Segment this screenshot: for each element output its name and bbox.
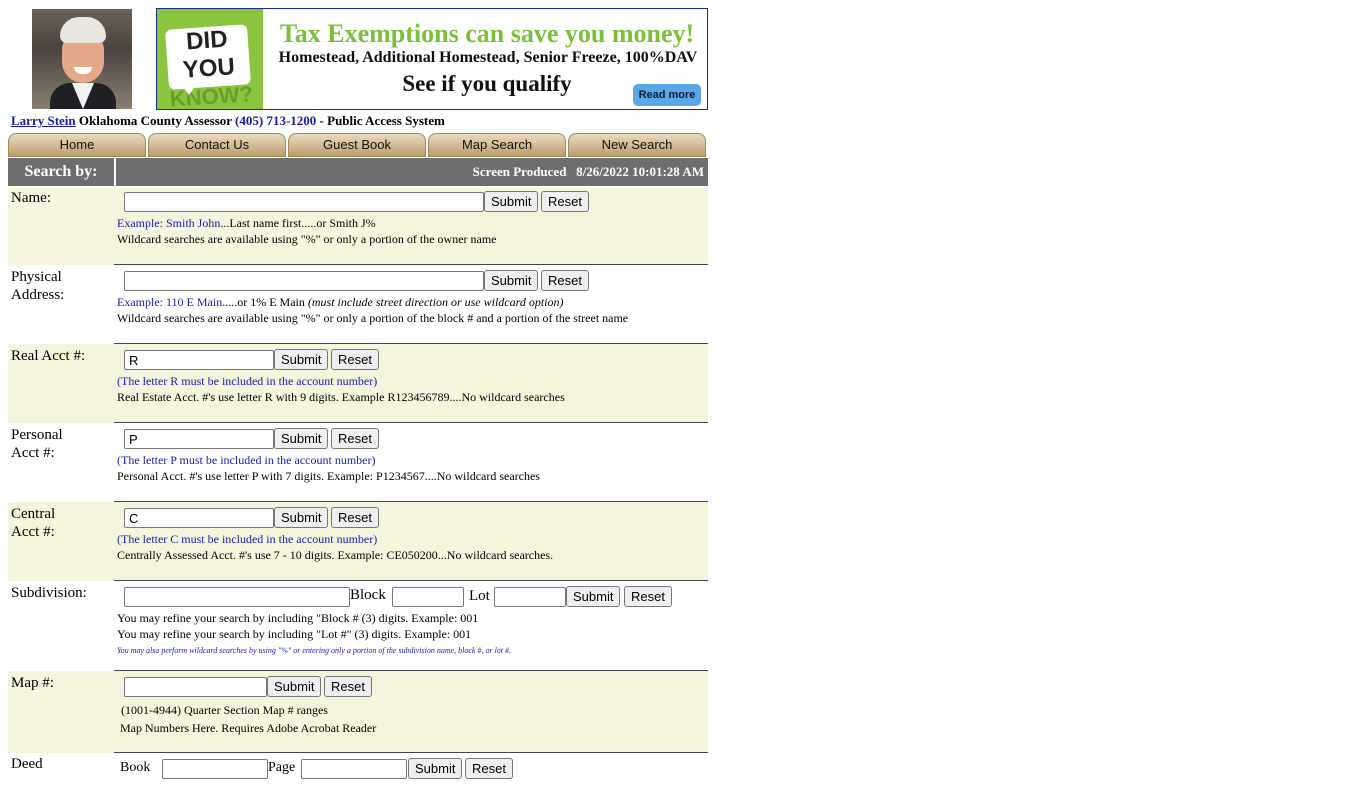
address-label-2: Address: bbox=[11, 287, 65, 303]
real-format-note: Real Estate Acct. #'s use letter R with … bbox=[117, 390, 565, 404]
subdivision-submit-button[interactable]: Submit bbox=[566, 586, 621, 607]
assessor-info-line: Larry Stein Oklahoma County Assessor (40… bbox=[11, 113, 445, 129]
did-you-know-text-1: DID YOU bbox=[181, 25, 236, 84]
book-label: Book bbox=[120, 760, 151, 775]
central-label-1: Central bbox=[11, 506, 56, 522]
address-example-blue: Example: 110 E Main bbox=[117, 295, 223, 309]
map-submit-button[interactable]: Submit bbox=[267, 676, 322, 697]
subdivision-reset-button[interactable]: Reset bbox=[624, 586, 672, 607]
subdivision-row: Subdivision: Block Lot Submit Reset You … bbox=[8, 581, 708, 671]
map-row: Map #: Submit Reset (1001-4944) Quarter … bbox=[8, 671, 708, 753]
lot-label: Lot bbox=[469, 588, 490, 604]
page-input[interactable] bbox=[301, 759, 407, 779]
phone-number: (405) 713-1200 bbox=[235, 113, 317, 128]
central-acct-row: Central Acct #: Submit Reset (The letter … bbox=[8, 502, 708, 581]
nav-map-search[interactable]: Map Search bbox=[428, 133, 566, 157]
central-submit-button[interactable]: Submit bbox=[274, 507, 329, 528]
map-reset-button[interactable]: Reset bbox=[324, 676, 372, 697]
name-submit-button[interactable]: Submit bbox=[484, 191, 539, 212]
address-example-italic: (must include street direction or use wi… bbox=[307, 295, 564, 309]
nav-new-search[interactable]: New Search bbox=[568, 133, 706, 157]
block-label: Block bbox=[350, 587, 386, 603]
office-text: Oklahoma County Assessor bbox=[75, 113, 236, 128]
central-label-2: Acct #: bbox=[11, 524, 55, 540]
map-numbers-link[interactable]: Map Numbers Here. Requires Adobe Acrobat… bbox=[120, 720, 376, 736]
personal-acct-label: Personal Acct #: bbox=[8, 423, 114, 502]
banner-headline: Tax Exemptions can save you money! bbox=[279, 19, 695, 48]
address-submit-button[interactable]: Submit bbox=[484, 270, 539, 291]
subdivision-block-note: You may refine your search by including … bbox=[117, 611, 479, 625]
read-more-button[interactable]: Read more bbox=[633, 84, 701, 106]
address-label: Physical Address: bbox=[8, 265, 114, 344]
deed-submit-button[interactable]: Submit bbox=[408, 758, 463, 779]
deed-label: Deed bbox=[8, 754, 114, 794]
name-example-blue: Example: Smith John bbox=[117, 216, 221, 230]
central-acct-label: Central Acct #: bbox=[8, 502, 114, 581]
block-input[interactable] bbox=[392, 587, 464, 607]
address-input[interactable] bbox=[124, 271, 484, 291]
central-reset-button[interactable]: Reset bbox=[331, 507, 379, 528]
personal-acct-row: Personal Acct #: Submit Reset (The letter… bbox=[8, 423, 708, 502]
name-input[interactable] bbox=[124, 192, 484, 212]
address-example: Example: 110 E Main.....or 1% E Main (mu… bbox=[117, 294, 564, 310]
nav-contact-us[interactable]: Contact Us bbox=[148, 133, 286, 157]
tax-exemption-banner[interactable]: DID YOU KNOW? Tax Exemptions can save yo… bbox=[156, 8, 708, 110]
personal-letter-note: (The letter P must be included in the ac… bbox=[117, 453, 376, 467]
personal-acct-input[interactable] bbox=[124, 429, 274, 449]
subdivision-label: Subdivision: bbox=[8, 581, 114, 671]
central-acct-input[interactable] bbox=[124, 508, 274, 528]
subdivision-wildcard-note: You may also perform wildcard searches b… bbox=[117, 646, 512, 655]
real-letter-note: (The letter R must be included in the ac… bbox=[117, 374, 378, 388]
map-range-note: (1001-4944) Quarter Section Map # ranges bbox=[121, 703, 328, 717]
page-label: Page bbox=[268, 760, 296, 775]
name-example-rest: ...Last name first.....or Smith J% bbox=[220, 216, 376, 230]
address-search-row: Physical Address: Submit Reset Example: 1… bbox=[8, 265, 708, 344]
banner-subline: Homestead, Additional Homestead, Senior … bbox=[278, 49, 698, 66]
central-letter-note: (The letter C must be included in the ac… bbox=[117, 532, 378, 546]
subdivision-lot-note: You may refine your search by including … bbox=[117, 627, 472, 641]
real-reset-button[interactable]: Reset bbox=[331, 349, 379, 370]
real-acct-label: Real Acct #: bbox=[8, 344, 114, 423]
book-input[interactable] bbox=[162, 759, 268, 779]
real-acct-row: Real Acct #: Submit Reset (The letter R … bbox=[8, 344, 708, 423]
deed-row: Deed Book Page Submit Reset bbox=[8, 754, 708, 794]
address-reset-button[interactable]: Reset bbox=[541, 270, 589, 291]
name-search-row: Name: Submit Reset Example: Smith John..… bbox=[8, 188, 708, 265]
personal-reset-button[interactable]: Reset bbox=[331, 428, 379, 449]
map-input[interactable] bbox=[124, 677, 267, 697]
screen-produced-header: Screen Produced 8/26/2022 10:01:28 AM bbox=[116, 158, 708, 186]
did-you-know-graphic: DID YOU KNOW? bbox=[157, 9, 263, 109]
name-reset-button[interactable]: Reset bbox=[541, 191, 589, 212]
name-example: Example: Smith John...Last name first...… bbox=[117, 215, 376, 231]
nav-guest-book[interactable]: Guest Book bbox=[288, 133, 426, 157]
deed-reset-button[interactable]: Reset bbox=[465, 758, 513, 779]
search-by-header: Search by: bbox=[8, 158, 114, 186]
personal-label-1: Personal bbox=[11, 427, 63, 443]
personal-format-note: Personal Acct. #'s use letter P with 7 d… bbox=[117, 469, 540, 483]
real-acct-input[interactable] bbox=[124, 350, 274, 370]
public-access-text: - Public Access System bbox=[316, 113, 445, 128]
nav-home[interactable]: Home bbox=[8, 133, 146, 157]
address-example-rest: .....or 1% E Main bbox=[222, 295, 308, 309]
address-label-1: Physical bbox=[11, 269, 62, 285]
personal-submit-button[interactable]: Submit bbox=[274, 428, 329, 449]
larry-stein-link[interactable]: Larry Stein bbox=[11, 113, 76, 128]
subdivision-input[interactable] bbox=[124, 587, 350, 607]
assessor-photo bbox=[32, 9, 132, 109]
name-wildcard-note: Wildcard searches are available using "%… bbox=[117, 232, 497, 246]
real-submit-button[interactable]: Submit bbox=[274, 349, 329, 370]
name-label: Name: bbox=[8, 188, 114, 265]
map-label: Map #: bbox=[8, 671, 114, 753]
personal-label-2: Acct #: bbox=[11, 445, 55, 461]
address-wildcard-note: Wildcard searches are available using "%… bbox=[117, 311, 629, 325]
main-nav: Home Contact Us Guest Book Map Search Ne… bbox=[8, 133, 708, 157]
central-format-note: Centrally Assessed Acct. #'s use 7 - 10 … bbox=[117, 548, 554, 562]
lot-input[interactable] bbox=[494, 587, 566, 607]
